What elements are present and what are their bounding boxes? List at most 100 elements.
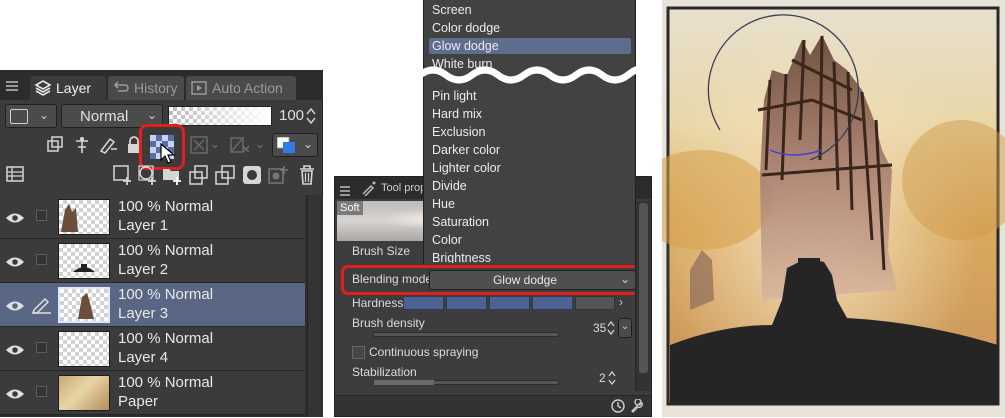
layers-icon	[34, 79, 52, 97]
layer-thumbnail	[58, 331, 110, 367]
new-folder-icon[interactable]	[162, 164, 184, 186]
menu-item-exclusion[interactable]: Exclusion	[432, 123, 486, 141]
visibility-toggle[interactable]	[0, 327, 30, 371]
layer-thumbnail	[58, 243, 110, 279]
layer-list-icon[interactable]	[6, 166, 24, 182]
menu-item-screen[interactable]: Screen	[432, 1, 472, 19]
chevron-down-icon[interactable]: ⌄	[253, 137, 267, 151]
layer-color-icon	[276, 136, 295, 153]
visibility-toggle[interactable]	[0, 371, 30, 415]
new-raster-layer-icon[interactable]	[112, 164, 134, 186]
clip-to-layer-below-icon[interactable]	[46, 136, 64, 154]
lock-checkbox[interactable]	[36, 254, 47, 265]
stabilization-value[interactable]: 2	[599, 371, 606, 385]
layer-thumbnail	[58, 287, 110, 323]
menu-break-icon	[417, 64, 646, 86]
transfer-to-lower-layer-icon[interactable]	[188, 164, 210, 186]
tool-property-scrollbar[interactable]	[635, 201, 651, 391]
hardness-selector[interactable]	[403, 296, 615, 310]
layer-color-button[interactable]: ⌄	[5, 104, 57, 128]
edit-target-cell[interactable]	[31, 195, 53, 239]
brush-density-value[interactable]: 35	[593, 321, 606, 335]
enable-masking-icon[interactable]	[190, 136, 210, 154]
opacity-stepper-icon[interactable]	[305, 106, 317, 126]
tab-layer[interactable]: Layer	[30, 76, 106, 100]
opacity-value[interactable]: 100	[279, 107, 304, 124]
tool-settings-icon[interactable]	[611, 399, 625, 413]
menu-item-color-dodge[interactable]: Color dodge	[432, 19, 500, 37]
chevron-down-icon: ⌄	[146, 108, 158, 122]
canvas-view[interactable]	[662, 0, 1005, 417]
menu-item-lighter-color[interactable]: Lighter color	[432, 159, 501, 177]
edit-target-cell[interactable]	[31, 371, 53, 415]
layer-name: Layer 3	[118, 305, 169, 322]
edit-target-cell[interactable]	[31, 327, 53, 371]
layer-list: 100 % Normal Layer 1 100 % Normal Layer …	[0, 195, 323, 417]
brush-density-slider[interactable]	[373, 332, 559, 337]
continuous-spraying-checkbox[interactable]	[352, 346, 365, 359]
set-as-draft-icon[interactable]	[98, 135, 118, 155]
opacity-slider[interactable]	[168, 106, 272, 126]
lock-checkbox[interactable]	[36, 386, 47, 397]
eye-icon	[5, 343, 25, 355]
visibility-toggle[interactable]	[0, 239, 30, 283]
visibility-toggle[interactable]	[0, 195, 30, 239]
tab-auto-action[interactable]: Auto Action	[186, 76, 296, 100]
layer-name: Layer 2	[118, 261, 169, 278]
menu-item-hue[interactable]: Hue	[432, 195, 455, 213]
edit-target-cell[interactable]	[31, 239, 53, 283]
delete-layer-icon[interactable]	[298, 164, 316, 186]
blending-mode-select[interactable]: Glow dodge ⌄	[429, 270, 636, 290]
panel-menu-icon[interactable]	[340, 183, 350, 196]
menu-item-hard-mix[interactable]: Hard mix	[432, 105, 482, 123]
layer-name: Layer 4	[118, 349, 169, 366]
chevron-right-icon[interactable]: ›	[619, 295, 631, 311]
menu-item-saturation[interactable]: Saturation	[432, 213, 489, 231]
layer-row-selected[interactable]: 100 % Normal Layer 3	[0, 283, 305, 327]
layer-row[interactable]: 100 % Normal Paper	[0, 371, 305, 415]
mouse-cursor-icon	[160, 142, 178, 165]
chevron-down-icon[interactable]: ⌄	[208, 137, 222, 151]
layer-row[interactable]: 100 % Normal Layer 1	[0, 195, 305, 239]
menu-item-divide[interactable]: Divide	[432, 177, 467, 195]
apply-mask-icon[interactable]	[268, 165, 290, 185]
chevron-down-icon: ⌄	[302, 137, 314, 151]
panel-menu-icon[interactable]	[6, 79, 18, 91]
blend-mode-dropdown-menu: Screen Color dodge Glow dodge White burn…	[417, 0, 646, 264]
lock-checkbox[interactable]	[36, 210, 47, 221]
wrench-icon[interactable]	[630, 398, 644, 413]
layer-panel-tabbar: Layer History Auto Action	[0, 70, 323, 100]
layer-row[interactable]: 100 % Normal Layer 4	[0, 327, 305, 371]
menu-item-brightness[interactable]: Brightness	[432, 249, 491, 263]
menu-item-glow-dodge[interactable]: Glow dodge	[432, 37, 499, 55]
layer-color-toggle[interactable]: ⌄	[272, 133, 318, 157]
layer-panel: Layer History Auto Action ⌄ Normal ⌄ 100	[0, 70, 323, 417]
show-mask-area-icon[interactable]	[229, 136, 251, 154]
pen-icon	[31, 296, 52, 314]
layer-blend-info: 100 % Normal	[118, 374, 214, 391]
density-stepper-icon[interactable]	[606, 319, 616, 337]
menu-item-pin-light[interactable]: Pin light	[432, 87, 476, 105]
lock-checkbox[interactable]	[36, 342, 47, 353]
chevron-down-icon: ⌄	[38, 108, 50, 122]
new-vector-layer-icon[interactable]	[137, 164, 159, 186]
layer-row[interactable]: 100 % Normal Layer 2	[0, 239, 305, 283]
tab-label: Auto Action	[212, 80, 283, 96]
layer-blend-info: 100 % Normal	[118, 286, 214, 303]
stabilization-stepper-icon[interactable]	[607, 369, 617, 387]
combine-to-layer-below-icon[interactable]	[214, 164, 236, 186]
menu-item-color[interactable]: Color	[432, 231, 462, 249]
menu-item-darker-color[interactable]: Darker color	[432, 141, 500, 159]
layer-list-scrollbar[interactable]	[307, 195, 323, 417]
visibility-toggle[interactable]	[0, 283, 30, 327]
reference-layer-icon[interactable]	[72, 135, 92, 155]
edit-target-cell[interactable]	[31, 283, 53, 327]
layer-name: Layer 1	[118, 217, 169, 234]
canvas-artwork[interactable]	[662, 0, 1005, 417]
create-layer-mask-icon[interactable]	[242, 165, 262, 185]
layer-blend-info: 100 % Normal	[118, 198, 214, 215]
tab-history[interactable]: History	[108, 76, 184, 100]
tab-label: History	[134, 80, 178, 96]
stabilization-slider[interactable]	[373, 380, 559, 385]
density-pressure-button[interactable]: ⌄	[618, 318, 632, 338]
